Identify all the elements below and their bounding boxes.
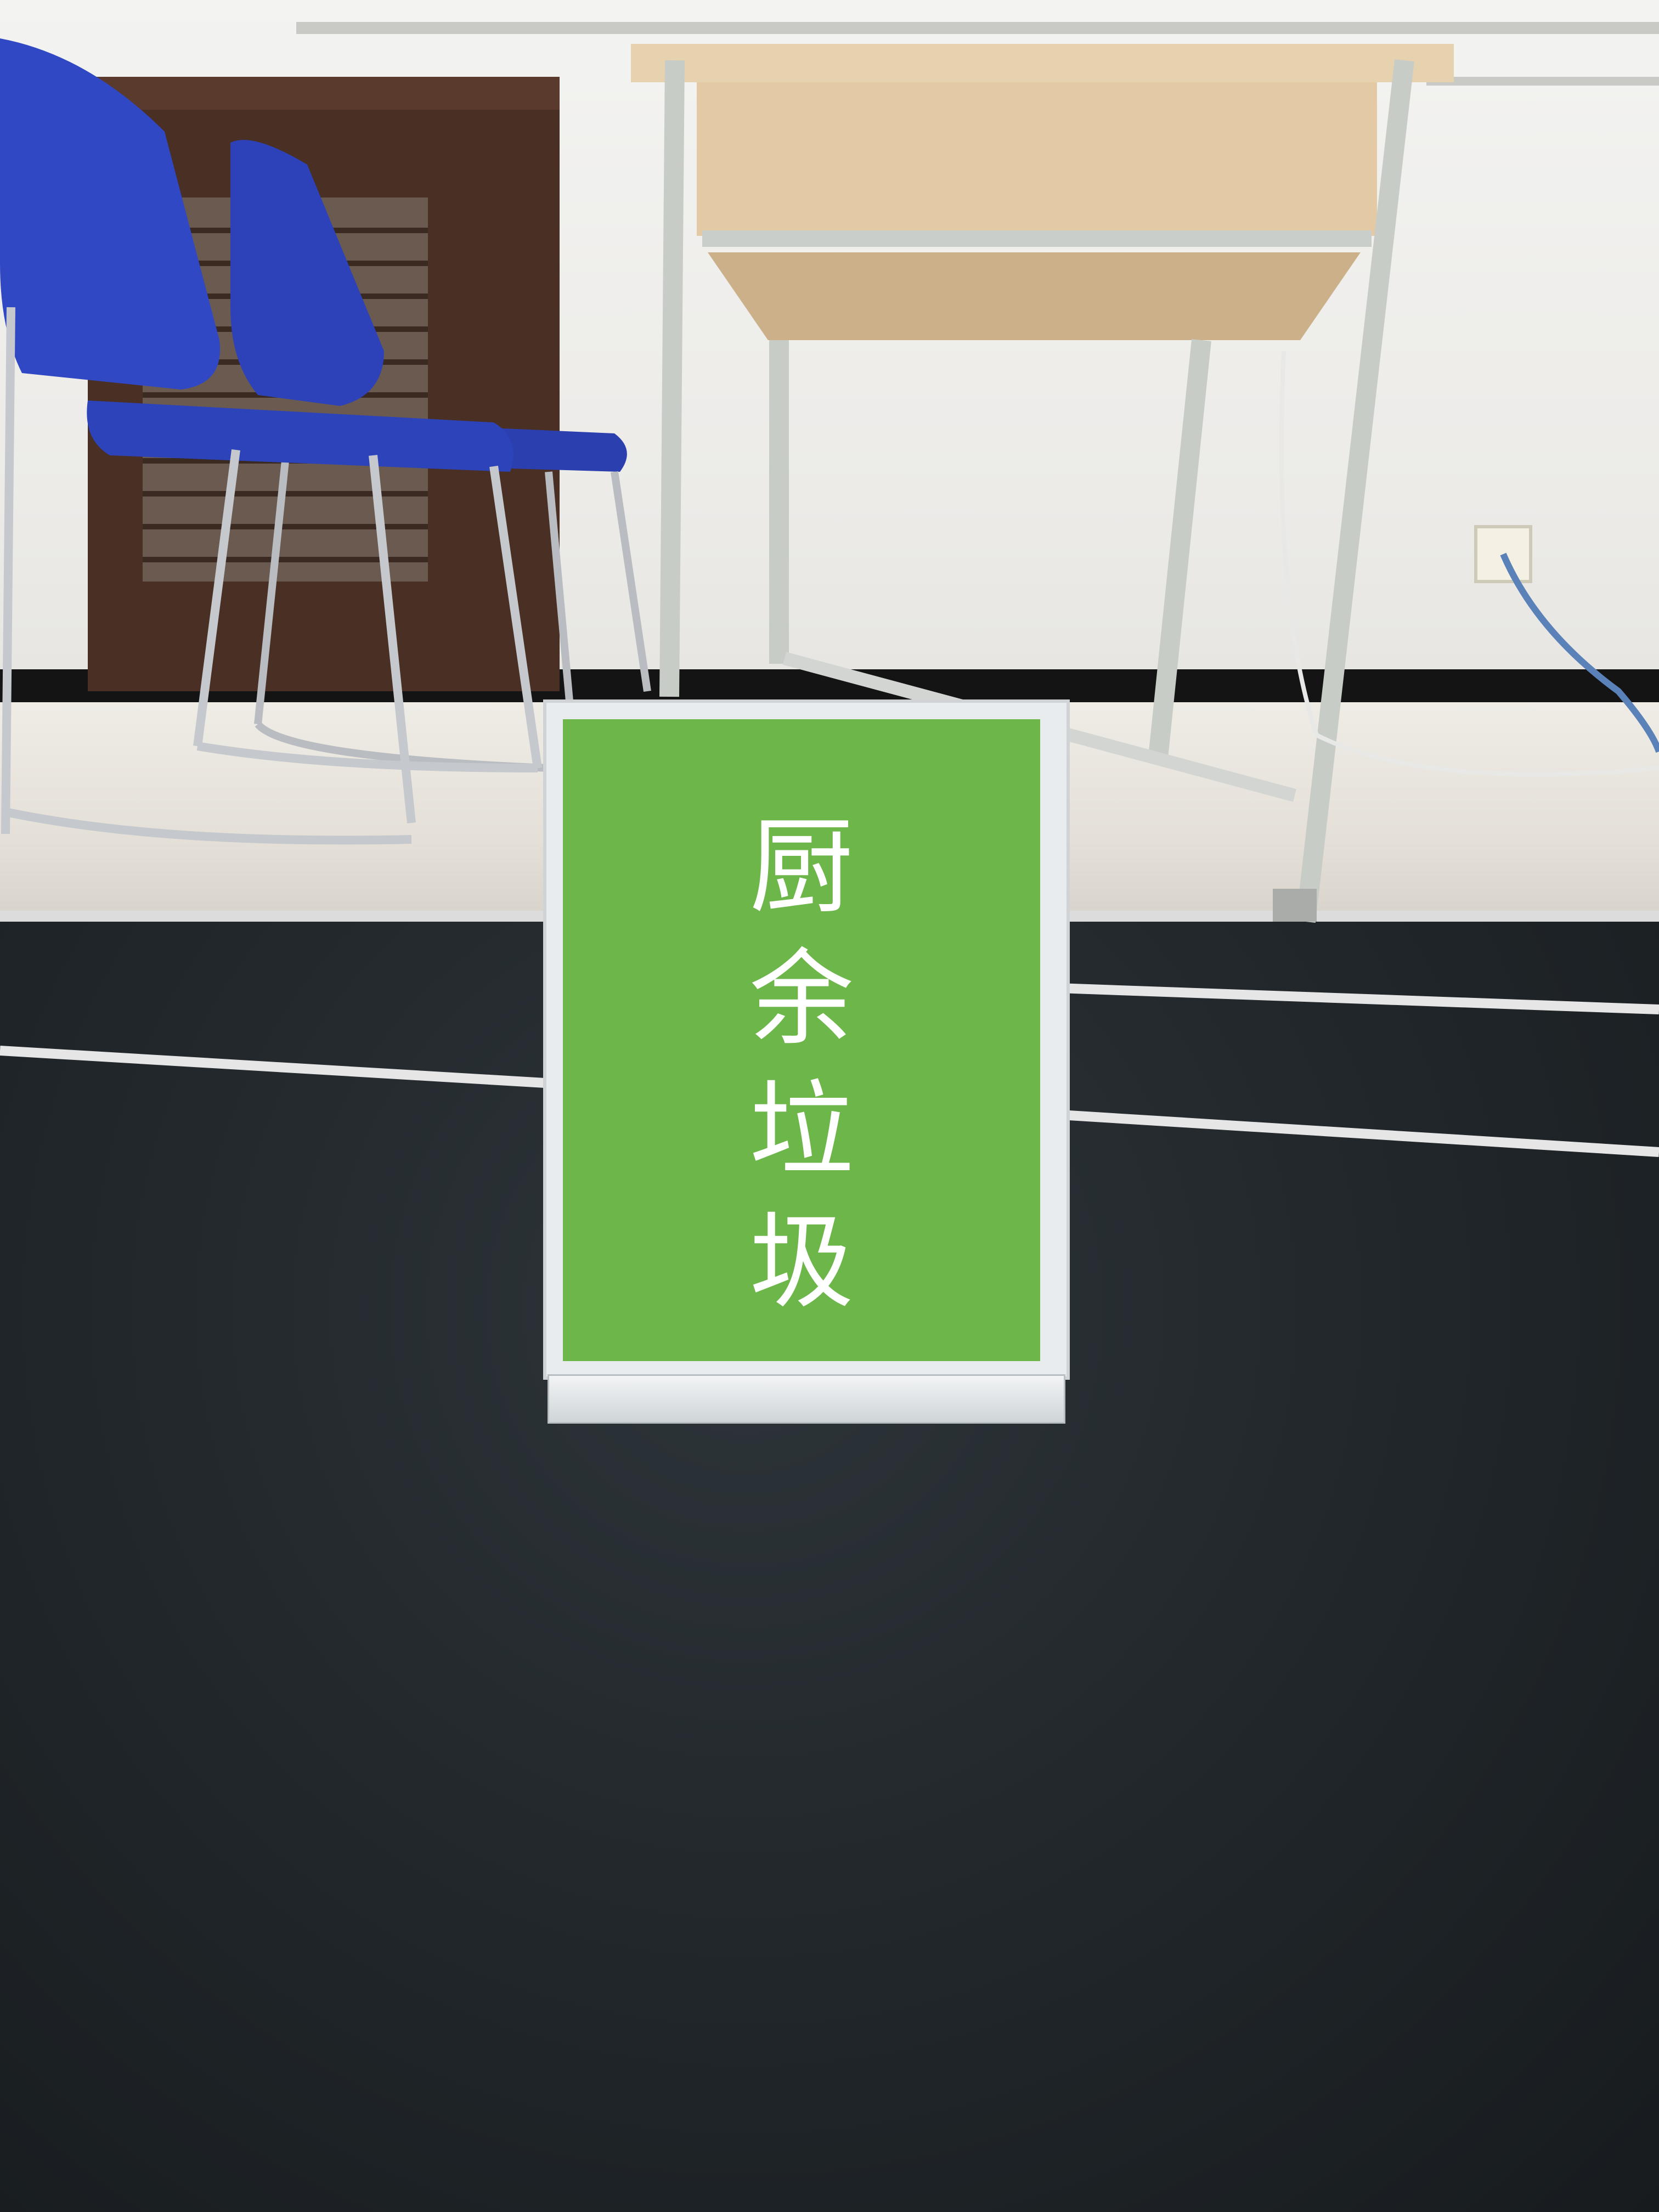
acrylic-sign-holder: 厨 余 垃 圾 bbox=[543, 699, 1070, 1429]
sign-base bbox=[548, 1374, 1065, 1424]
sign-char-4: 圾 bbox=[749, 1201, 854, 1323]
sign-char-3: 垃 bbox=[749, 1070, 854, 1191]
photo-scene: 厨 余 垃 圾 bbox=[0, 0, 1659, 2212]
sign-char-2: 余 bbox=[749, 938, 854, 1059]
green-sign-panel: 厨 余 垃 圾 bbox=[563, 719, 1040, 1361]
sign-frame: 厨 余 垃 圾 bbox=[543, 699, 1070, 1380]
sign-char-1: 厨 bbox=[749, 806, 854, 928]
